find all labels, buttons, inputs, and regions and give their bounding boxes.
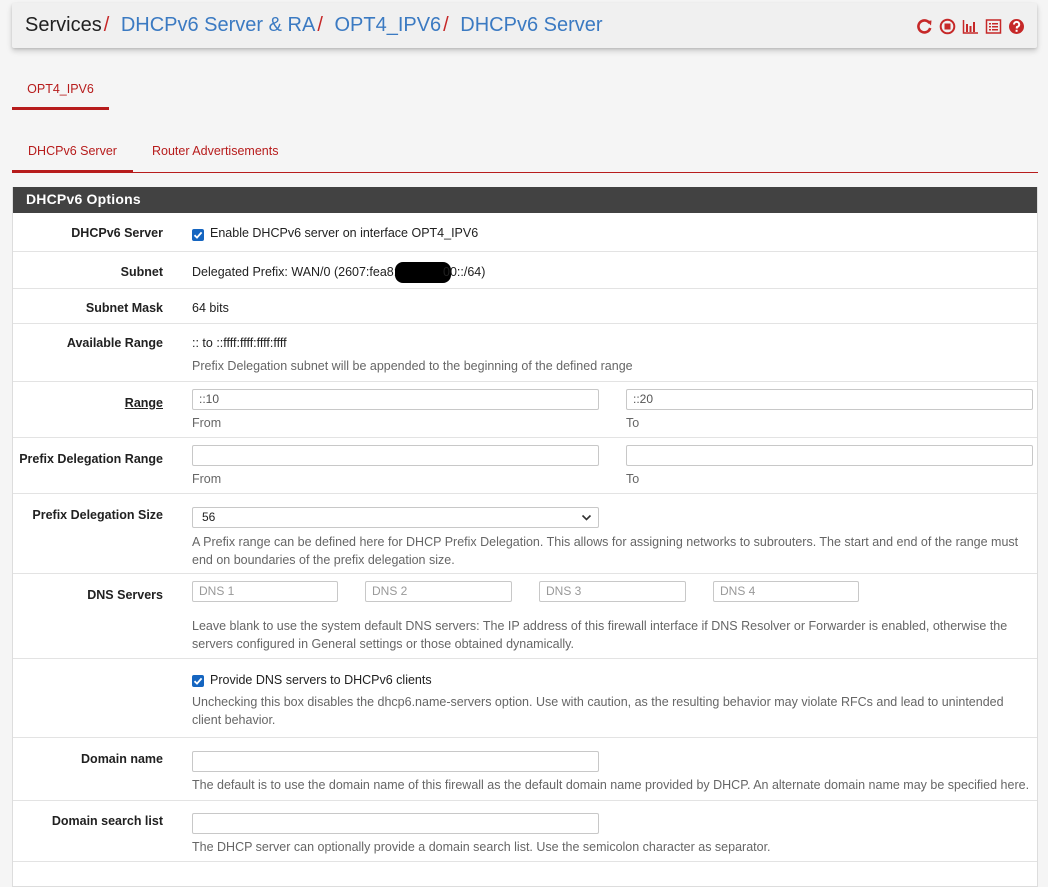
provide-dns-help: Unchecking this box disables the dhcp6.n… xyxy=(192,695,1004,727)
dns-servers-help: Leave blank to use the system default DN… xyxy=(192,619,1008,651)
row-pd-range: Prefix Delegation Range From To xyxy=(13,438,1037,494)
range-label: Range xyxy=(124,396,163,410)
breadcrumb: Services / DHCPv6 Server & RA / OPT4_IPV6/… xyxy=(25,14,603,37)
pd-size-select[interactable]: 56 xyxy=(192,507,599,528)
domain-name-label: Domain name xyxy=(81,752,163,766)
pd-size-label: Prefix Delegation Size xyxy=(32,508,163,522)
pd-range-to-caption: To xyxy=(626,472,640,486)
row-provide-dns: Provide DNS servers to DHCPv6 clients Un… xyxy=(13,659,1037,738)
subnet-mask-value: 64 bits xyxy=(192,301,229,315)
row-range: Range ::10 From ::20 To xyxy=(13,382,1037,438)
range-from-caption: From xyxy=(192,416,222,430)
domain-search-help: The DHCP server can optionally provide a… xyxy=(192,840,771,854)
dhcpv6-options-panel: DHCPv6 Options DHCPv6 Server Enable DHCP… xyxy=(12,187,1038,887)
dns-servers-label: DNS Servers xyxy=(87,588,163,602)
pd-range-to-input[interactable] xyxy=(626,445,1033,466)
pd-range-label: Prefix Delegation Range xyxy=(19,452,163,466)
pd-range-from-input[interactable] xyxy=(192,445,599,466)
row-domain-name: Domain name The default is to use the do… xyxy=(13,738,1037,801)
subnet-label: Subnet xyxy=(120,265,163,279)
range-to-caption: To xyxy=(626,416,640,430)
tab-interface-opt4-ipv6[interactable]: OPT4_IPV6 xyxy=(12,79,109,110)
enable-label: DHCPv6 Server xyxy=(71,226,163,240)
subnet-value-suffix: 00::/64) xyxy=(443,265,486,279)
available-range-help: Prefix Delegation subnet will be appende… xyxy=(192,359,633,373)
domain-name-help: The default is to use the domain name of… xyxy=(192,778,1030,792)
domain-search-input[interactable] xyxy=(192,813,599,834)
panel-title: DHCPv6 Options xyxy=(13,187,1037,213)
range-from-input[interactable]: ::10 xyxy=(192,389,599,410)
row-domain-search: Domain search list The DHCP server can o… xyxy=(13,801,1037,862)
list-icon[interactable] xyxy=(985,18,1002,35)
available-range-label: Available Range xyxy=(66,336,163,350)
row-subnet-mask: Subnet Mask 64 bits xyxy=(13,289,1037,324)
subnet-value-prefix: Delegated Prefix: WAN/0 (2607:fea8: xyxy=(192,265,398,279)
breadcrumb-separator: / xyxy=(317,14,323,36)
stop-icon[interactable] xyxy=(939,18,956,35)
breadcrumb-root: Services xyxy=(25,14,102,36)
pd-size-selected-value: 56 xyxy=(202,510,216,524)
breadcrumb-separator: / xyxy=(103,14,110,36)
sub-tab-bar: DHCPv6 Server Router Advertisements xyxy=(12,136,1038,173)
pd-size-help: A Prefix range can be defined here for D… xyxy=(192,535,1019,567)
chevron-down-icon xyxy=(581,512,592,526)
row-subnet: Subnet Delegated Prefix: WAN/0 (2607:fea… xyxy=(13,252,1037,289)
dns-server-1-input[interactable]: DNS 1 xyxy=(192,581,338,602)
breadcrumb-link-interface[interactable]: OPT4_IPV6 xyxy=(334,14,441,36)
dns-server-3-input[interactable]: DNS 3 xyxy=(539,581,686,602)
enable-checkbox-label[interactable]: Enable DHCPv6 server on interface OPT4_I… xyxy=(210,226,478,240)
header-icon-bar xyxy=(916,18,1025,35)
row-pd-size: Prefix Delegation Size 56 A Prefix range… xyxy=(13,494,1037,574)
pd-range-from-caption: From xyxy=(192,472,222,486)
range-to-input[interactable]: ::20 xyxy=(626,389,1033,410)
dns-server-4-input[interactable]: DNS 4 xyxy=(713,581,859,602)
row-available-range: Available Range :: to ::ffff:ffff:ffff:f… xyxy=(13,324,1037,382)
provide-dns-checkbox[interactable] xyxy=(192,675,204,687)
domain-name-input[interactable] xyxy=(192,751,599,772)
breadcrumb-link-dhcpv6-ra[interactable]: DHCPv6 Server & RA xyxy=(121,14,316,36)
row-enable: DHCPv6 Server Enable DHCPv6 server on in… xyxy=(13,213,1037,252)
help-icon[interactable] xyxy=(1008,18,1025,35)
domain-search-label: Domain search list xyxy=(51,814,163,828)
breadcrumb-header: Services / DHCPv6 Server & RA / OPT4_IPV6/… xyxy=(12,3,1037,48)
provide-dns-checkbox-label[interactable]: Provide DNS servers to DHCPv6 clients xyxy=(210,673,432,687)
breadcrumb-separator: / xyxy=(443,14,449,36)
reload-icon[interactable] xyxy=(916,18,933,35)
enable-checkbox[interactable] xyxy=(192,229,204,241)
dns-server-2-input[interactable]: DNS 2 xyxy=(365,581,512,602)
chart-icon[interactable] xyxy=(962,18,979,35)
breadcrumb-link-dhcpv6-server[interactable]: DHCPv6 Server xyxy=(460,14,602,36)
subnet-mask-label: Subnet Mask xyxy=(85,301,163,315)
row-dns-servers: DNS Servers DNS 1 DNS 2 DNS 3 DNS 4 Leav… xyxy=(13,574,1037,659)
tab-dhcpv6-server[interactable]: DHCPv6 Server xyxy=(12,144,133,173)
tab-router-advertisements[interactable]: Router Advertisements xyxy=(152,144,278,158)
available-range-value: :: to ::ffff:ffff:ffff:ffff xyxy=(192,336,287,350)
